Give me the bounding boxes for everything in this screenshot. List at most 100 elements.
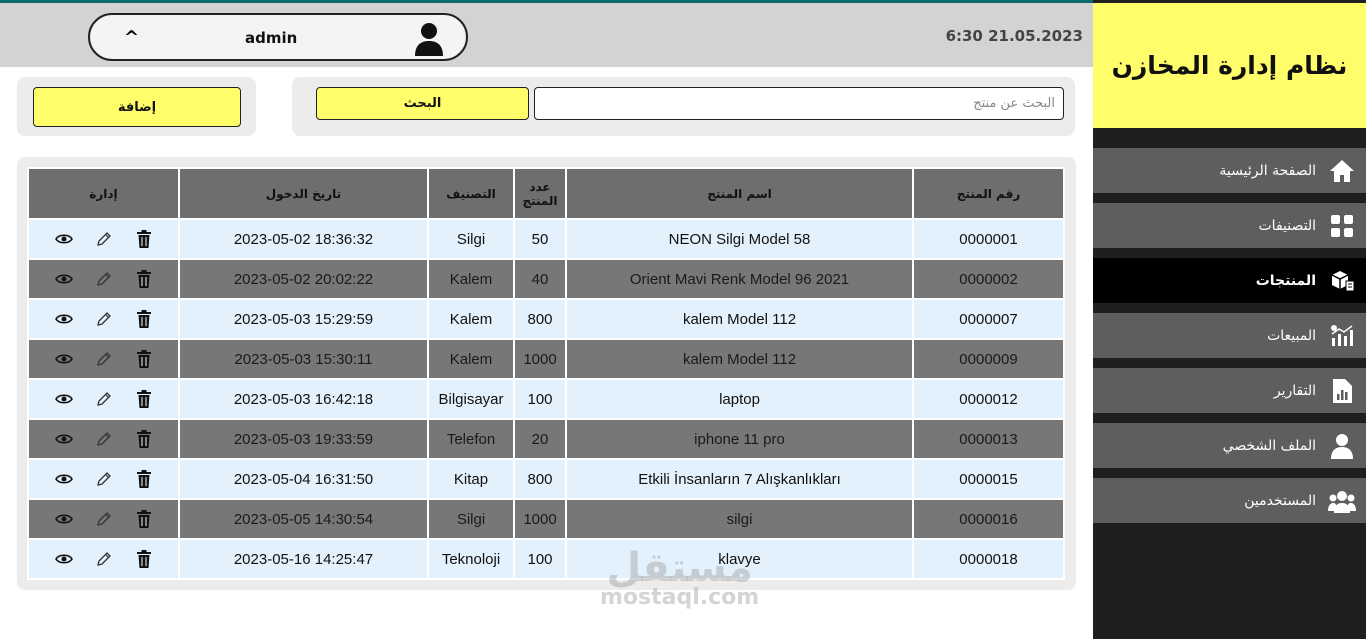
- cell-entry-date: 2023-05-04 16:31:50: [178, 458, 429, 500]
- edit-pencil-icon[interactable]: [95, 270, 113, 288]
- sidebar-item-reports[interactable]: التقارير: [1093, 368, 1366, 413]
- cell-category: Kalem: [427, 338, 515, 380]
- delete-trash-icon[interactable]: [135, 230, 153, 248]
- cell-category: Kalem: [427, 258, 515, 300]
- cell-entry-date: 2023-05-16 14:25:47: [178, 538, 429, 580]
- cell-quantity: 40: [513, 258, 567, 300]
- cell-product-id: 0000015: [912, 458, 1065, 500]
- sidebar-item-label: المبيعات: [1267, 327, 1316, 344]
- cell-entry-date: 2023-05-05 14:30:54: [178, 498, 429, 540]
- cell-actions: [27, 458, 180, 500]
- col-entry-date[interactable]: تاريخ الدخول: [178, 167, 429, 220]
- table-row[interactable]: 0000002 Orient Mavi Renk Model 96 2021 40 K…: [27, 258, 1065, 300]
- cell-entry-date: 2023-05-03 19:33:59: [178, 418, 429, 460]
- sidebar-item-profile[interactable]: الملف الشخصي: [1093, 423, 1366, 468]
- delete-trash-icon[interactable]: [135, 430, 153, 448]
- search-input[interactable]: [534, 87, 1064, 120]
- col-product-id[interactable]: رقم المنتج: [912, 167, 1065, 220]
- top-header: ^ admin 6:30 21.05.2023: [0, 3, 1093, 67]
- view-eye-icon[interactable]: [54, 510, 73, 528]
- col-product-name[interactable]: اسم المنتج: [565, 167, 914, 220]
- sidebar-item-products[interactable]: المنتجات: [1093, 258, 1366, 303]
- cell-entry-date: 2023-05-02 20:02:22: [178, 258, 429, 300]
- products-table-panel: رقم المنتج اسم المنتج عدد المنتج التصنيف…: [17, 157, 1076, 590]
- view-eye-icon[interactable]: [54, 230, 73, 248]
- edit-pencil-icon[interactable]: [95, 510, 113, 528]
- sidebar-item-users[interactable]: المستخدمين: [1093, 478, 1366, 523]
- cell-product-id: 0000002: [912, 258, 1065, 300]
- cell-actions: [27, 418, 180, 460]
- boxes-icon: [1328, 267, 1356, 295]
- cell-actions: [27, 378, 180, 420]
- cell-category: Telefon: [427, 418, 515, 460]
- cell-actions: [27, 298, 180, 340]
- cell-quantity: 20: [513, 418, 567, 460]
- search-button[interactable]: البحث: [316, 87, 529, 120]
- table-row[interactable]: 0000007 kalem Model 112 800 Kalem 2023-05-03…: [27, 298, 1065, 340]
- table-row[interactable]: 0000018 klavye 100 Teknoloji 2023-05-16 14:2…: [27, 538, 1065, 580]
- delete-trash-icon[interactable]: [135, 470, 153, 488]
- products-table: رقم المنتج اسم المنتج عدد المنتج التصنيف…: [27, 167, 1065, 580]
- chevron-up-icon[interactable]: ^: [124, 27, 139, 48]
- col-actions: إدارة: [27, 167, 180, 220]
- cell-product-name: Orient Mavi Renk Model 96 2021: [565, 258, 914, 300]
- watermark-latin: mostaql.com: [600, 585, 760, 610]
- view-eye-icon[interactable]: [54, 430, 73, 448]
- cell-quantity: 800: [513, 458, 567, 500]
- cell-product-id: 0000016: [912, 498, 1065, 540]
- view-eye-icon[interactable]: [54, 270, 73, 288]
- cell-actions: [27, 538, 180, 580]
- table-row[interactable]: 0000012 laptop 100 Bilgisayar 2023-05-03 16:…: [27, 378, 1065, 420]
- col-category[interactable]: التصنيف: [427, 167, 515, 220]
- view-eye-icon[interactable]: [54, 310, 73, 328]
- cell-product-name: iphone 11 pro: [565, 418, 914, 460]
- view-eye-icon[interactable]: [54, 390, 73, 408]
- col-quantity[interactable]: عدد المنتج: [513, 167, 567, 220]
- sidebar-item-sales[interactable]: المبيعات: [1093, 313, 1366, 358]
- row-actions: [29, 350, 178, 368]
- watermark: مستقل mostaql.com: [600, 545, 759, 610]
- user-avatar-icon: [414, 22, 444, 60]
- table-row[interactable]: 0000001 NEON Silgi Model 58 50 Silgi 2023-05…: [27, 218, 1065, 260]
- cell-actions: [27, 338, 180, 380]
- view-eye-icon[interactable]: [54, 350, 73, 368]
- edit-pencil-icon[interactable]: [95, 550, 113, 568]
- cell-product-name: kalem Model 112: [565, 298, 914, 340]
- cell-actions: [27, 258, 180, 300]
- delete-trash-icon[interactable]: [135, 510, 153, 528]
- delete-trash-icon[interactable]: [135, 310, 153, 328]
- cell-category: Kalem: [427, 298, 515, 340]
- delete-trash-icon[interactable]: [135, 350, 153, 368]
- table-row[interactable]: 0000013 iphone 11 pro 20 Telefon 2023-05-03 …: [27, 418, 1065, 460]
- sidebar-item-label: المنتجات: [1255, 272, 1316, 289]
- add-button[interactable]: إضافة: [33, 87, 241, 127]
- sidebar-item-home[interactable]: الصفحة الرئيسية: [1093, 148, 1366, 193]
- edit-pencil-icon[interactable]: [95, 230, 113, 248]
- cell-quantity: 100: [513, 538, 567, 580]
- user-menu[interactable]: ^ admin: [88, 13, 468, 61]
- grid-icon: [1328, 212, 1356, 240]
- app-title-banner: نظام إدارة المخازن: [1093, 3, 1366, 128]
- edit-pencil-icon[interactable]: [95, 350, 113, 368]
- delete-trash-icon[interactable]: [135, 390, 153, 408]
- row-actions: [29, 230, 178, 248]
- edit-pencil-icon[interactable]: [95, 390, 113, 408]
- cell-quantity: 800: [513, 298, 567, 340]
- delete-trash-icon[interactable]: [135, 270, 153, 288]
- sidebar-item-categories[interactable]: التصنيفات: [1093, 203, 1366, 248]
- edit-pencil-icon[interactable]: [95, 310, 113, 328]
- sidebar: نظام إدارة المخازن الصفحة الرئيسية التصني…: [1093, 0, 1366, 639]
- table-row[interactable]: 0000016 silgi 1000 Silgi 2023-05-05 14:30:54: [27, 498, 1065, 540]
- edit-pencil-icon[interactable]: [95, 430, 113, 448]
- cell-product-name: silgi: [565, 498, 914, 540]
- cell-entry-date: 2023-05-02 18:36:32: [178, 218, 429, 260]
- table-row[interactable]: 0000009 kalem Model 112 1000 Kalem 2023-05-0…: [27, 338, 1065, 380]
- table-row[interactable]: 0000015 Etkili İnsanların 7 Alışkanlıklar…: [27, 458, 1065, 500]
- sidebar-item-label: الصفحة الرئيسية: [1219, 162, 1316, 179]
- view-eye-icon[interactable]: [54, 470, 73, 488]
- cell-actions: [27, 218, 180, 260]
- view-eye-icon[interactable]: [54, 550, 73, 568]
- edit-pencil-icon[interactable]: [95, 470, 113, 488]
- row-actions: [29, 510, 178, 528]
- delete-trash-icon[interactable]: [135, 550, 153, 568]
